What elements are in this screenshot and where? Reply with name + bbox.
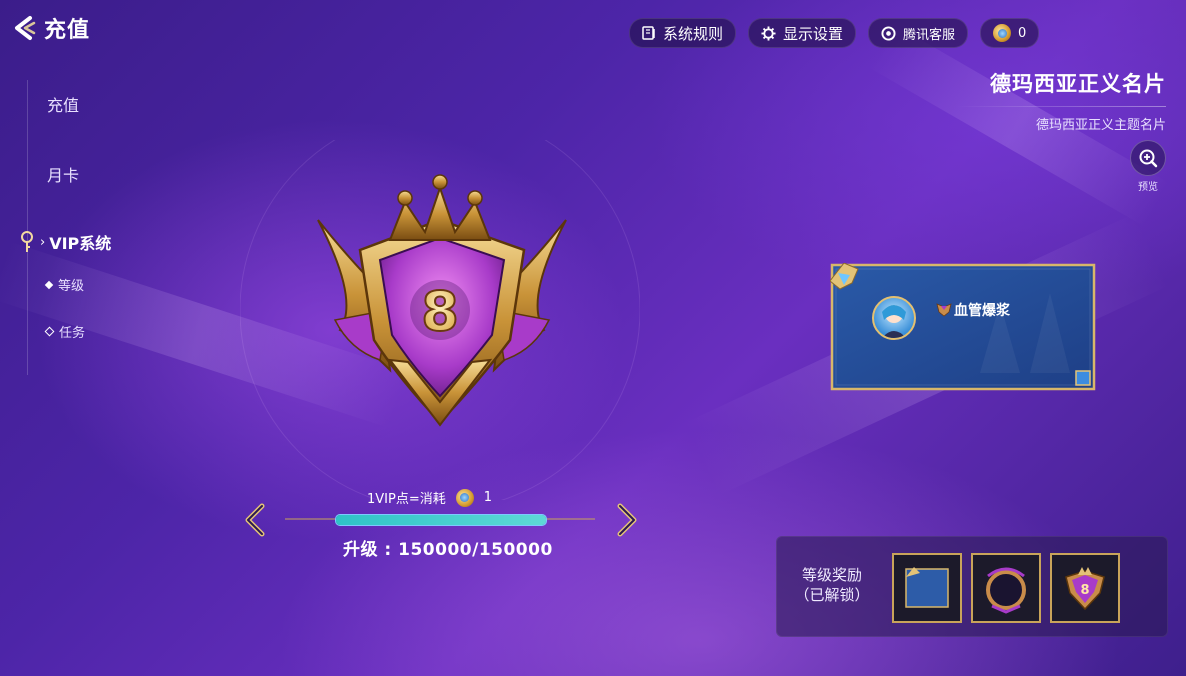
sidebar-subitem-label: 等级 [58, 279, 85, 294]
upgrade-progress-text: 升级 : 150000/150000 [343, 540, 553, 560]
back-arrow-icon [15, 16, 36, 40]
previous-level-button[interactable] [240, 502, 270, 538]
diamond-outline-icon [44, 326, 55, 337]
name-card-reward-icon [905, 567, 949, 608]
reward-item-vip-badge[interactable]: 8 [1050, 553, 1120, 623]
card-subtitle: 德玛西亚正义主题名片 [1035, 118, 1166, 133]
card-title: 德玛西亚正义名片 [990, 72, 1166, 96]
currency-display[interactable]: 0 [980, 18, 1040, 48]
vip-rate-info: 1VIP点=消耗 1 [367, 488, 492, 507]
vip-level-medal: 8 [239, 109, 641, 511]
avatar-frame-reward-icon [986, 567, 1026, 614]
sidebar-active-marker: › [40, 234, 46, 250]
player-avatar [872, 296, 916, 340]
vip-level-number: 8 [421, 280, 459, 343]
page-title: 充值 [44, 18, 91, 43]
name-card-preview: 血管爆浆 [830, 263, 1096, 391]
back-button[interactable]: 充值 [10, 12, 90, 44]
progress-fill [336, 515, 546, 525]
level-rewards-panel: 等级奖励 （已解锁） 8 [776, 536, 1168, 637]
zoom-in-icon [1139, 149, 1158, 168]
display-settings-button[interactable]: 显示设置 [748, 18, 857, 48]
sidebar: 充值 月卡 › VIP系统 等级 任务 [0, 70, 150, 375]
rewards-label-title: 等级奖励 [801, 566, 862, 584]
sidebar-divider [27, 80, 28, 375]
display-settings-label: 显示设置 [783, 24, 844, 43]
sidebar-item-monthly-card[interactable]: 月卡 [47, 162, 79, 186]
key-icon [21, 231, 33, 252]
system-rules-button[interactable]: 系统规则 [629, 18, 737, 48]
rewards-label: 等级奖励 （已解锁） [777, 565, 887, 605]
top-toolbar: 系统规则 显示设置 腾讯客服 0 [629, 18, 1040, 48]
reward-item-name-card[interactable] [892, 553, 962, 623]
sidebar-item-label: VIP系统 [49, 234, 112, 253]
sidebar-item-vip-system[interactable]: › VIP系统 [18, 230, 111, 254]
vip-rate-amount: 1 [483, 490, 493, 505]
title-divider [956, 106, 1166, 107]
player-name: 血管爆浆 [954, 303, 1010, 319]
currency-value: 0 [1018, 25, 1027, 41]
headset-icon [881, 25, 896, 41]
preview-label: 预览 [1138, 182, 1158, 193]
vip-progress-bar [285, 510, 595, 528]
next-level-button[interactable] [612, 502, 642, 538]
vip-rate-text: 1VIP点=消耗 [367, 492, 446, 507]
diamond-filled-icon [44, 280, 54, 289]
name-card-frame [830, 263, 1096, 391]
system-rules-label: 系统规则 [663, 24, 724, 43]
sidebar-subitem-task[interactable]: 任务 [44, 322, 86, 341]
vip-badge-reward-icon: 8 [1065, 567, 1105, 611]
coupon-coin-icon [993, 24, 1012, 42]
customer-service-button[interactable]: 腾讯客服 [868, 18, 969, 48]
reward-item-avatar-frame[interactable] [971, 553, 1041, 623]
book-icon [642, 26, 655, 40]
coupon-coin-icon [455, 488, 474, 507]
customer-service-label: 腾讯客服 [903, 27, 956, 43]
sidebar-subitem-label: 任务 [59, 326, 86, 341]
reward-badge-number: 8 [1080, 583, 1089, 598]
gear-icon [761, 25, 776, 41]
rank-badge-icon [936, 303, 952, 317]
rewards-label-status: （已解锁） [794, 586, 870, 604]
sidebar-subitem-level[interactable]: 等级 [44, 275, 85, 294]
sidebar-item-recharge[interactable]: 充值 [47, 92, 79, 116]
preview-button[interactable]: 预览 [1130, 140, 1166, 193]
